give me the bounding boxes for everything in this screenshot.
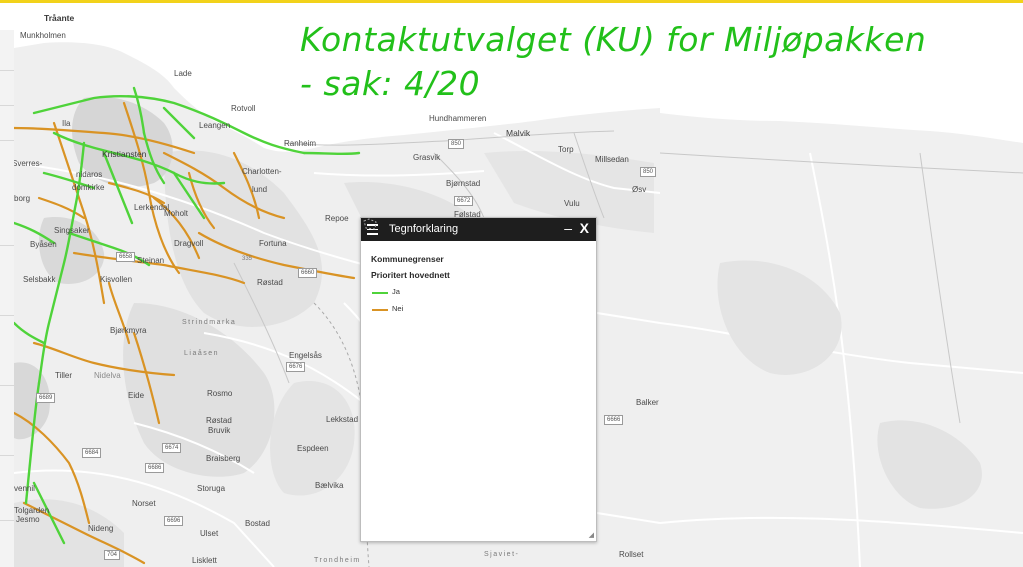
legend-item-nei: Nei	[371, 303, 586, 320]
map-label-domkirke: domkirke	[72, 183, 105, 192]
map-label-ulset: Ulset	[200, 529, 219, 538]
map-label-osv: Øsv	[632, 185, 647, 194]
resize-grip-icon[interactable]: ◢	[589, 531, 594, 539]
legend-section-prioritert-hovednett: Prioritert hovednett	[371, 270, 450, 280]
map-label-trondheim: Trondheim	[314, 557, 361, 564]
orange-line-swatch-icon	[372, 309, 388, 311]
map-label-hundhammeren: Hundhammeren	[429, 114, 487, 123]
road-shield-850: 850	[448, 139, 465, 149]
road-shield-6672: 6672	[454, 196, 474, 206]
road-shield-704: 704	[104, 550, 121, 560]
legend-title: Tegnforklaring	[389, 223, 459, 235]
legend-section-kommunegrenser: Kommunegrenser	[371, 254, 444, 264]
map-label-norset: Norset	[132, 499, 156, 508]
map-label-eide: Eide	[128, 391, 145, 400]
road-shield-6689: 6689	[36, 393, 56, 403]
map-label-steinan: Steinan	[137, 256, 165, 265]
map-label-jesmo: Jesmo	[16, 515, 40, 524]
map-label-vulu: Vulu	[564, 199, 580, 208]
map-label-ranheim: Ranheim	[284, 139, 317, 148]
map-label-malvik: Malvik	[506, 128, 531, 138]
legend-body: Kommunegrenser Prioritert hovednett Ja N…	[361, 218, 596, 320]
left-sidebar-strip	[0, 30, 15, 567]
close-button[interactable]: X	[580, 220, 589, 236]
map-label-rosmo: Rosmo	[207, 389, 233, 398]
map-label-moholt: Moholt	[164, 209, 189, 218]
map-label-nidelva: Nidelva	[94, 371, 121, 380]
map-label-rollset: Rollset	[619, 550, 644, 559]
map-label-kristiansten: Kristiansten	[102, 149, 147, 159]
map-label-strindmarka: Strindmarka	[182, 319, 237, 326]
map-label-rostad: Røstad	[257, 278, 283, 287]
map-label-vennil: vennil	[14, 484, 35, 493]
map-label-sjaviet: Sjaviet-	[484, 551, 520, 558]
slide-title: Kontaktutvalget (KU) for Miljøpakken - s…	[300, 20, 927, 103]
map-label-kisvollen: Kisvollen	[100, 275, 133, 284]
map-label-bjorkmyra: Bjørkmyra	[110, 326, 147, 335]
map-label-nidaros: nidaros	[76, 170, 103, 179]
map-label-selsbakk: Selsbakk	[23, 275, 56, 284]
map-label-espdeen: Espdeen	[297, 444, 329, 453]
map-label-lekkstad: Lekkstad	[326, 415, 359, 424]
map-label-rostad-bruk: Røstad	[206, 416, 232, 425]
road-shield-6658: 6658	[116, 252, 136, 262]
legend-panel: Tegnforklaring – X Kommunegrenser Priori…	[360, 217, 597, 542]
map-label-millsedan: Millsedan	[595, 155, 629, 164]
map-label-liaasen: Liaåsen	[184, 350, 220, 357]
map-label-braisberg: Braisberg	[206, 454, 241, 463]
legend-item-label: Nei	[392, 304, 404, 313]
road-shield-6686: 6686	[145, 463, 165, 473]
map-label-dragvoll: Dragvoll	[174, 239, 204, 248]
map-label-lisklett: Lisklett	[192, 556, 217, 565]
legend-item-label: Ja	[392, 287, 400, 296]
map-label-fortuna: Fortuna	[259, 239, 287, 248]
map-label-balker: Balker	[636, 398, 659, 407]
map-label-bruvik: Bruvik	[208, 426, 231, 435]
map-label-storuga: Storuga	[197, 484, 226, 493]
map-label-byasen: Byåsen	[30, 240, 57, 249]
green-line-swatch-icon	[372, 292, 388, 294]
map-label-traante: Tråante	[44, 13, 75, 23]
road-number-335: 335	[242, 256, 253, 262]
map-label-lund: lund	[252, 185, 268, 194]
map-label-ila: Ila	[62, 119, 71, 128]
map-label-grasvik: Grasvik	[413, 153, 441, 162]
road-shield-6674: 6674	[162, 443, 182, 453]
map-label-nideng: Nideng	[88, 524, 114, 533]
road-shield-6696: 6696	[164, 516, 184, 526]
map-label-engelsas: Engelsås	[289, 351, 322, 360]
minimize-button[interactable]: –	[564, 220, 572, 236]
map-label-singsaker: Singsaker	[54, 226, 90, 235]
map-label-munkholmen: Munkholmen	[20, 31, 66, 40]
map-label-tiller: Tiller	[55, 371, 73, 380]
boundary-polygon-icon	[363, 218, 377, 230]
map-label-charlottenlund: Charlotten-	[242, 167, 282, 176]
map-label-tolgarden: Tolgarden	[14, 506, 50, 515]
road-shield-6676: 6676	[286, 362, 306, 372]
map-label-repoe: Repoe	[325, 214, 349, 223]
map-label-sverresborg: Sverres-	[14, 159, 43, 168]
map-label-borg: borg	[14, 194, 31, 203]
map-label-leangen: Leangen	[199, 121, 231, 130]
legend-header[interactable]: Tegnforklaring – X	[361, 218, 596, 241]
map-label-torp: Torp	[558, 145, 574, 154]
map-label-rotvoll: Rotvoll	[231, 104, 256, 113]
road-shield-6666: 6666	[604, 415, 624, 425]
road-shield-850: 850	[640, 167, 657, 177]
map-label-bjornstad: Bjørnstad	[446, 179, 481, 188]
legend-item-ja: Ja	[371, 286, 586, 303]
road-shield-6684: 6684	[82, 448, 102, 458]
map-label-bostad: Bostad	[245, 519, 270, 528]
map-label-lade: Lade	[174, 69, 192, 78]
road-shield-6660: 6660	[298, 268, 318, 278]
map-label-baelvika: Bælvika	[315, 481, 344, 490]
